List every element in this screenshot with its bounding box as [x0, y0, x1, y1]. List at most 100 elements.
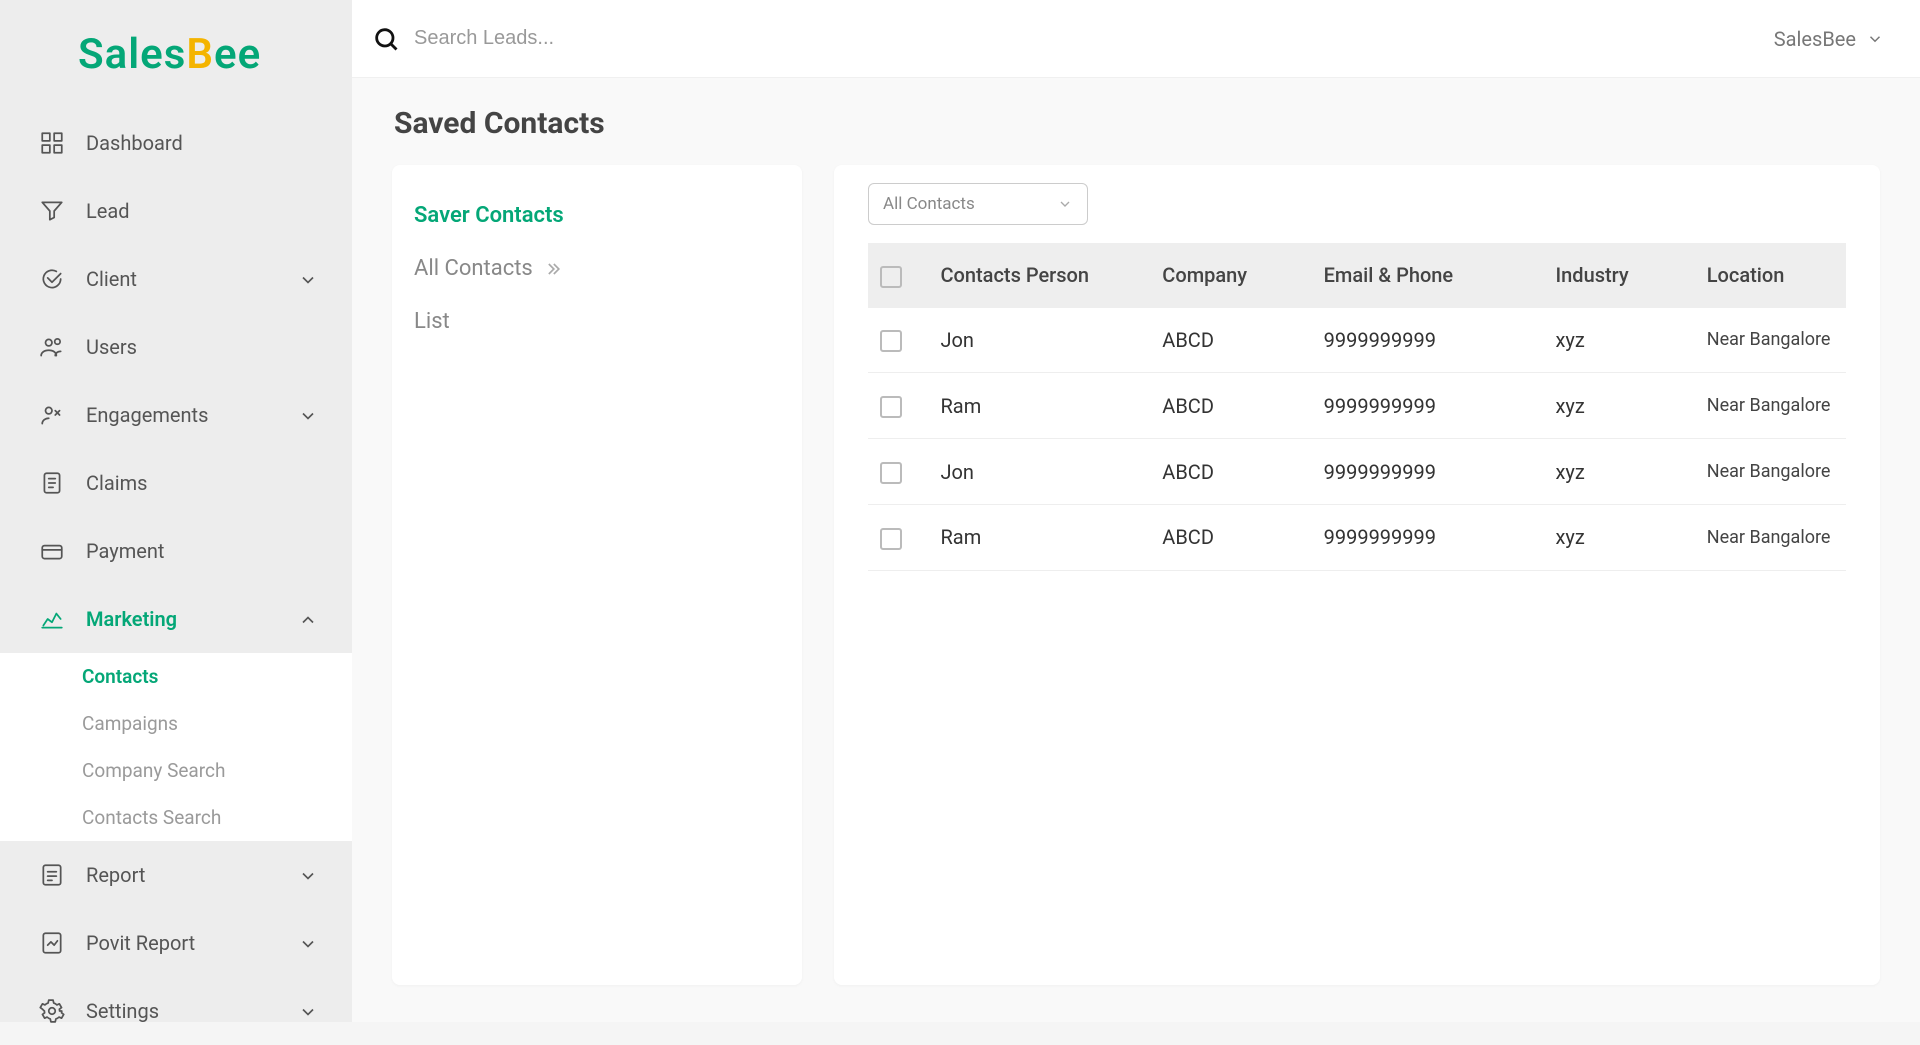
cell-name: Jon: [928, 439, 1150, 505]
sidebar-item-label: Report: [86, 863, 145, 887]
sidebar-item-label: Users: [86, 335, 137, 359]
sidebar-item-users[interactable]: Users: [0, 313, 352, 381]
side-panel-item-list[interactable]: List: [414, 295, 780, 348]
row-checkbox[interactable]: [880, 330, 902, 352]
cell-emailPhone: 9999999999: [1312, 504, 1544, 570]
sidebar-item-label: Settings: [86, 999, 159, 1023]
select-all-checkbox[interactable]: [880, 266, 902, 288]
cell-company: ABCD: [1150, 439, 1311, 505]
cell-name: Ram: [928, 504, 1150, 570]
column-header-email-phone: Email & Phone: [1312, 243, 1544, 308]
dashboard-icon: [38, 129, 66, 157]
table-row: RamABCD9999999999xyzNear Bangalore: [868, 373, 1846, 439]
cell-industry: xyz: [1544, 373, 1695, 439]
cell-name: Jon: [928, 308, 1150, 373]
table-row: RamABCD9999999999xyzNear Bangalore: [868, 504, 1846, 570]
cell-location: Near Bangalore: [1695, 308, 1846, 373]
sidebar-item-label: Client: [86, 267, 137, 291]
brand-dropdown[interactable]: SalesBee: [1774, 27, 1884, 51]
row-checkbox[interactable]: [880, 396, 902, 418]
cell-company: ABCD: [1150, 504, 1311, 570]
sidebar-item-payment[interactable]: Payment: [0, 517, 352, 585]
sidebar-item-marketing[interactable]: Marketing: [0, 585, 352, 653]
column-header-location: Location: [1695, 243, 1846, 308]
search-icon: [372, 25, 400, 53]
sidebar-item-settings[interactable]: Settings: [0, 977, 352, 1045]
client-icon: [38, 265, 66, 293]
page-title: Saved Contacts: [394, 106, 1880, 141]
column-header-company: Company: [1150, 243, 1311, 308]
sub-item-company-search[interactable]: Company Search: [0, 747, 352, 794]
contacts-side-panel: Saver Contacts All Contacts List: [392, 165, 802, 985]
cell-location: Near Bangalore: [1695, 373, 1846, 439]
sidebar-item-label: Marketing: [86, 607, 177, 631]
filter-select-label: All Contacts: [883, 194, 975, 214]
sidebar-item-label: Dashboard: [86, 131, 183, 155]
cell-emailPhone: 9999999999: [1312, 373, 1544, 439]
lead-icon: [38, 197, 66, 225]
chevron-down-icon: [1057, 196, 1073, 212]
sidebar-item-label: Lead: [86, 199, 130, 223]
side-panel-item-label: Saver Contacts: [414, 203, 564, 228]
table-row: JonABCD9999999999xyzNear Bangalore: [868, 439, 1846, 505]
engagements-icon: [38, 401, 66, 429]
sidebar-item-dashboard[interactable]: Dashboard: [0, 109, 352, 177]
side-panel-item-label: All Contacts: [414, 256, 533, 281]
cell-company: ABCD: [1150, 373, 1311, 439]
double-chevron-right-icon: [543, 259, 563, 279]
chevron-down-icon: [298, 406, 316, 424]
settings-icon: [38, 997, 66, 1025]
sub-item-contacts-search[interactable]: Contacts Search: [0, 794, 352, 841]
table-row: JonABCD9999999999xyzNear Bangalore: [868, 308, 1846, 373]
sidebar-item-label: Claims: [86, 471, 147, 495]
chevron-down-icon: [298, 934, 316, 952]
cell-name: Ram: [928, 373, 1150, 439]
row-checkbox[interactable]: [880, 462, 902, 484]
sidebar-item-claims[interactable]: Claims: [0, 449, 352, 517]
row-checkbox[interactable]: [880, 528, 902, 550]
cell-emailPhone: 9999999999: [1312, 439, 1544, 505]
search-input[interactable]: [414, 27, 814, 50]
claims-icon: [38, 469, 66, 497]
column-header-industry: Industry: [1544, 243, 1695, 308]
side-panel-item-label: List: [414, 309, 450, 334]
cell-industry: xyz: [1544, 308, 1695, 373]
sidebar-item-povit-report[interactable]: Povit Report: [0, 909, 352, 977]
logo: SalesBee: [0, 20, 352, 109]
contacts-table: Contacts PersonCompanyEmail & PhoneIndus…: [868, 243, 1846, 571]
filter-select[interactable]: All Contacts: [868, 183, 1088, 225]
sidebar-item-label: Engagements: [86, 403, 208, 427]
contacts-main-panel: All Contacts Contacts PersonCompanyEmail…: [834, 165, 1880, 985]
sidebar: SalesBee Dashboard Lead Client Users Engagem…: [0, 0, 352, 1022]
chevron-up-icon: [298, 610, 316, 628]
chevron-down-icon: [298, 866, 316, 884]
payment-icon: [38, 537, 66, 565]
sidebar-item-engagements[interactable]: Engagements: [0, 381, 352, 449]
sidebar-item-client[interactable]: Client: [0, 245, 352, 313]
cell-emailPhone: 9999999999: [1312, 308, 1544, 373]
brand-dropdown-label: SalesBee: [1774, 27, 1856, 51]
side-panel-item-saver-contacts[interactable]: Saver Contacts: [414, 189, 780, 242]
users-icon: [38, 333, 66, 361]
cell-location: Near Bangalore: [1695, 504, 1846, 570]
povit-report-icon: [38, 929, 66, 957]
chevron-down-icon: [1866, 30, 1884, 48]
sidebar-item-lead[interactable]: Lead: [0, 177, 352, 245]
report-icon: [38, 861, 66, 889]
sub-nav-marketing: ContactsCampaignsCompany SearchContacts …: [0, 653, 352, 841]
sub-item-campaigns[interactable]: Campaigns: [0, 700, 352, 747]
sidebar-item-label: Payment: [86, 539, 164, 563]
nav: Dashboard Lead Client Users Engagements Claim…: [0, 109, 352, 1045]
column-header-contacts-person: Contacts Person: [928, 243, 1150, 308]
topbar: SalesBee: [352, 0, 1920, 78]
cell-industry: xyz: [1544, 504, 1695, 570]
chevron-down-icon: [298, 1002, 316, 1020]
sub-item-contacts[interactable]: Contacts: [0, 653, 352, 700]
chevron-down-icon: [298, 270, 316, 288]
side-panel-item-all-contacts[interactable]: All Contacts: [414, 242, 780, 295]
sidebar-item-report[interactable]: Report: [0, 841, 352, 909]
cell-location: Near Bangalore: [1695, 439, 1846, 505]
sidebar-item-label: Povit Report: [86, 931, 195, 955]
marketing-icon: [38, 605, 66, 633]
cell-industry: xyz: [1544, 439, 1695, 505]
